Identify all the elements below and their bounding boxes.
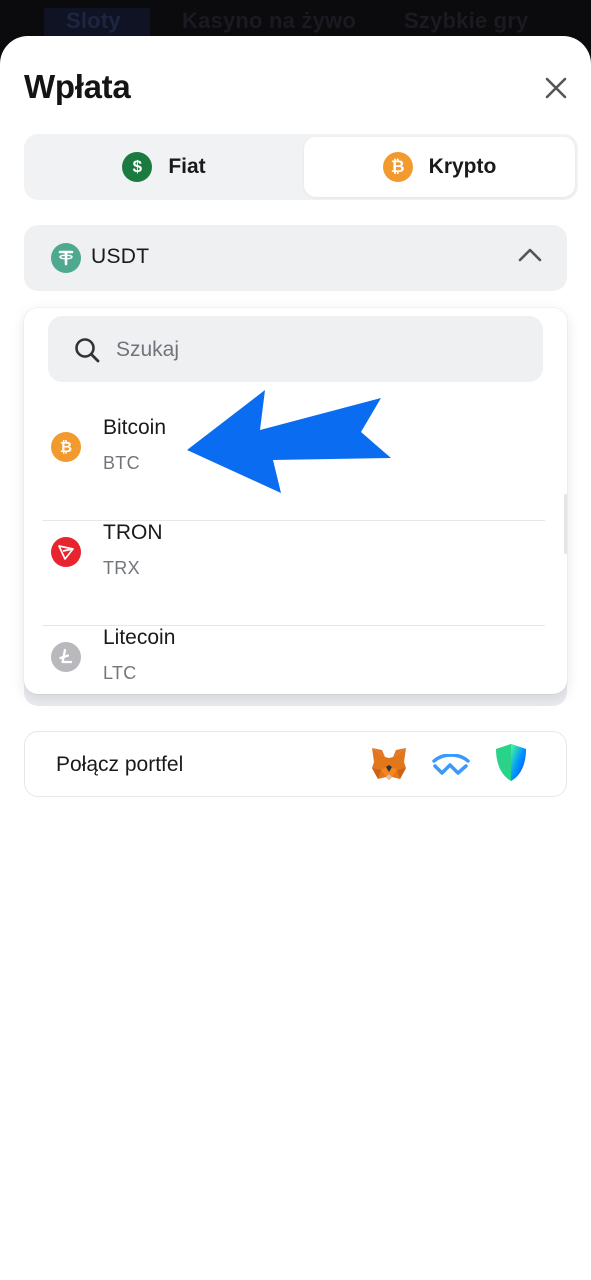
currency-select-value: USDT (91, 245, 150, 268)
dropdown-scrollbar[interactable] (564, 494, 567, 554)
annotation-arrow (187, 390, 391, 493)
tron-icon (51, 537, 81, 567)
chevron-up-icon (518, 248, 542, 262)
tether-icon (51, 243, 81, 273)
search-input[interactable] (114, 330, 518, 370)
dollar-coin-icon: $ (122, 152, 153, 182)
trust-wallet-icon (496, 744, 526, 781)
search-field[interactable] (48, 316, 543, 382)
option-name: Litecoin (103, 626, 176, 649)
option-litecoin[interactable]: Litecoin LTC (24, 602, 567, 706)
tab-krypto[interactable]: ₿ Krypto (304, 137, 575, 197)
bg-tab-szybkie-gry: Szybkie gry (404, 8, 529, 33)
connect-wallet-label: Połącz portfel (56, 753, 184, 776)
deposit-sheet: Wpłata $ Fiat ₿ Krypto USDT Szukaj ₿ Bit… (0, 36, 591, 1280)
close-icon (545, 77, 567, 99)
currency-select[interactable]: USDT (24, 225, 567, 291)
metamask-icon (372, 748, 406, 780)
search-icon (75, 338, 100, 363)
payment-type-tabs: $ Fiat ₿ Krypto (24, 134, 578, 200)
tab-krypto-label: Krypto (428, 155, 497, 178)
litecoin-icon (51, 642, 81, 672)
tab-fiat[interactable]: $ Fiat (27, 137, 301, 197)
option-name: TRON (103, 521, 163, 544)
connect-wallet-button[interactable]: Połącz portfel (24, 731, 567, 797)
bitcoin-icon: ₿ (51, 432, 81, 462)
currency-dropdown: ₿ Bitcoin BTC TRON TRX Litecoin (24, 308, 567, 694)
tab-fiat-label: Fiat (168, 155, 206, 178)
bitcoin-icon: ₿ (382, 152, 413, 182)
bg-tab-sloty: Sloty (44, 8, 150, 38)
walletconnect-icon (432, 754, 470, 775)
page-title: Wpłata (24, 68, 131, 105)
option-symbol: LTC (103, 663, 137, 683)
svg-text:₿: ₿ (60, 438, 72, 456)
option-symbol: TRX (103, 558, 140, 578)
option-symbol: BTC (103, 453, 140, 473)
option-name: Bitcoin (103, 416, 167, 439)
close-button[interactable] (538, 70, 574, 106)
bg-tab-kasyno: Kasyno na żywo (182, 8, 356, 33)
option-tron[interactable]: TRON TRX (24, 497, 567, 601)
